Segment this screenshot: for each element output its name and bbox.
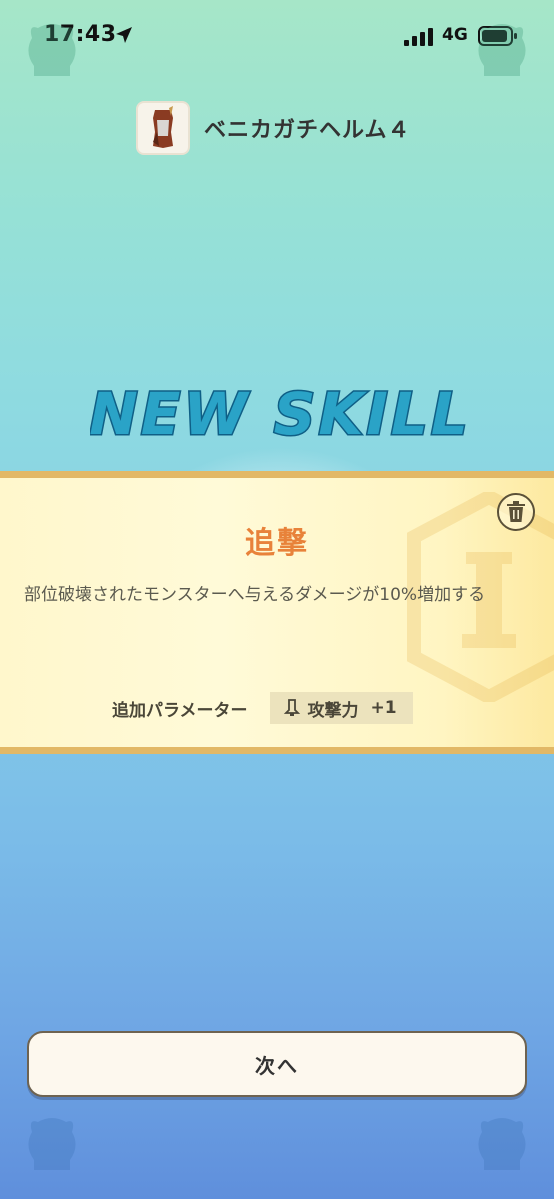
parameter-name: 攻撃力 bbox=[307, 700, 359, 721]
extra-parameter-label: 追加パラメーター bbox=[112, 700, 248, 721]
next-button[interactable]: 次へ bbox=[27, 1031, 527, 1097]
attack-icon bbox=[283, 699, 300, 716]
skill-panel: 追撃 部位破壊されたモンスターへ与えるダメージが10%増加する 追加パラメーター… bbox=[0, 471, 554, 754]
new-skill-banner-text: NEW SKILL bbox=[90, 380, 470, 448]
extra-parameter-row: 追加パラメーター 攻撃力 +1 bbox=[112, 692, 413, 724]
status-bar: 17:43 4G bbox=[0, 0, 554, 72]
skill-description: 部位破壊されたモンスターへ与えるダメージが10%増加する bbox=[24, 585, 486, 605]
new-skill-banner: NEW SKILL bbox=[90, 379, 470, 450]
parameter-chip: 攻撃力 +1 bbox=[269, 692, 413, 724]
mascot-watermark-icon bbox=[28, 1118, 76, 1170]
helmet-icon bbox=[136, 101, 190, 155]
item-header: ベニカガチヘルム４ bbox=[136, 100, 411, 156]
network-type: 4G bbox=[442, 25, 468, 45]
skill-name: 追撃 bbox=[245, 526, 309, 561]
mascot-watermark-icon bbox=[478, 24, 526, 76]
mascot-watermark-icon bbox=[478, 1118, 526, 1170]
location-arrow-icon bbox=[116, 27, 132, 43]
item-name: ベニカガチヘルム４ bbox=[204, 118, 411, 143]
mascot-watermark-icon bbox=[28, 24, 76, 76]
cellular-signal-icon bbox=[404, 28, 433, 46]
parameter-value: +1 bbox=[370, 698, 397, 718]
